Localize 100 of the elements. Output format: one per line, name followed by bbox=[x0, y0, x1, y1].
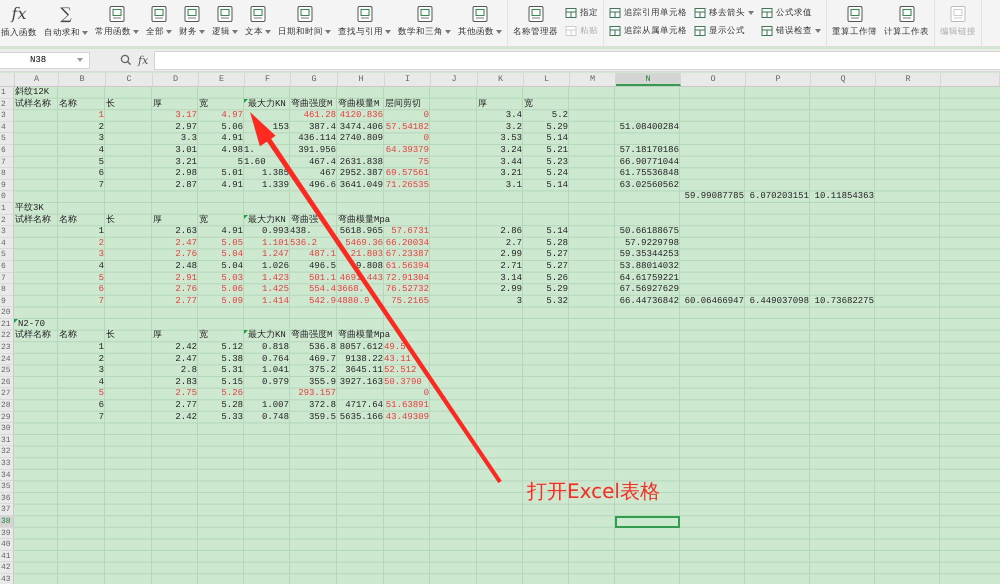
row-header[interactable]: 34 bbox=[0, 470, 14, 482]
ribbon-button[interactable]: 全部 bbox=[143, 2, 175, 42]
cell-label: 长 bbox=[106, 98, 115, 109]
cell-value: 2.91 bbox=[175, 272, 197, 282]
ribbon-button[interactable]: 财务 bbox=[176, 2, 208, 42]
row-header[interactable]: 31 bbox=[0, 434, 14, 446]
column-header[interactable]: E bbox=[199, 73, 245, 86]
row-header[interactable]: 21 bbox=[0, 318, 14, 330]
column-header[interactable]: G bbox=[291, 73, 338, 86]
row-header[interactable]: 42 bbox=[0, 562, 14, 574]
cell-value: 2.87 bbox=[175, 180, 197, 190]
function-icon[interactable]: fx bbox=[138, 54, 148, 66]
cell-value: 66.90771044 bbox=[620, 156, 679, 167]
column-header[interactable]: N bbox=[616, 73, 681, 86]
cell-value: 51.63891 bbox=[386, 400, 429, 410]
ribbon-button[interactable]: 文本 bbox=[242, 2, 274, 42]
ribbon-button[interactable]: 追踪引用单元格 bbox=[609, 6, 687, 20]
cell-label: 弯曲模量Mpa bbox=[338, 330, 390, 340]
cell-label: 宽 bbox=[199, 330, 208, 340]
row-header[interactable]: 2 bbox=[0, 98, 14, 110]
row-header[interactable]: 1 bbox=[0, 87, 14, 99]
row-header[interactable]: 6 bbox=[0, 144, 14, 157]
cell-value: 61.75536848 bbox=[620, 168, 679, 178]
row-header[interactable]: 8 bbox=[0, 168, 14, 180]
column-header[interactable]: P bbox=[746, 73, 811, 86]
ribbon-button[interactable]: 追踪从属单元格 bbox=[609, 24, 687, 38]
column-header[interactable]: L bbox=[524, 73, 570, 86]
document-icon bbox=[296, 5, 314, 23]
column-header[interactable]: R bbox=[876, 73, 941, 86]
row-header[interactable]: 40 bbox=[0, 539, 14, 551]
column-header[interactable]: B bbox=[59, 73, 106, 86]
zoom-icon[interactable] bbox=[120, 54, 132, 66]
ribbon-button[interactable]: 逻辑 bbox=[209, 2, 241, 42]
column-header[interactable]: Q bbox=[811, 73, 876, 86]
row-header[interactable]: 3 bbox=[0, 110, 14, 122]
row-header[interactable]: 5 bbox=[0, 133, 14, 145]
row-header[interactable]: 26 bbox=[0, 376, 14, 388]
ribbon-button[interactable]: 错误检查 bbox=[761, 24, 821, 38]
row-header[interactable]: 9 bbox=[0, 180, 14, 192]
row-header[interactable]: 41 bbox=[0, 550, 14, 562]
name-box[interactable]: N38 bbox=[0, 52, 90, 68]
row-header[interactable]: 4 bbox=[0, 238, 14, 250]
row-header[interactable]: 33 bbox=[0, 458, 14, 470]
row-header[interactable]: 1 bbox=[0, 202, 14, 215]
cell-value: 293.157 bbox=[298, 388, 336, 398]
row-header[interactable]: 4 bbox=[0, 122, 14, 134]
row-header[interactable]: 35 bbox=[0, 481, 14, 493]
cell-value: 5.28 bbox=[546, 238, 568, 248]
row-header[interactable]: 39 bbox=[0, 528, 14, 540]
ribbon-button[interactable]: fx 插入函数 bbox=[0, 2, 40, 42]
ribbon-button[interactable]: ∑ 自动求和 bbox=[41, 2, 91, 42]
ribbon-button[interactable]: 重算工作簿 bbox=[829, 2, 880, 42]
column-header[interactable]: D bbox=[153, 73, 199, 86]
ribbon-button[interactable]: 指定 bbox=[565, 6, 598, 20]
column-header[interactable]: J bbox=[431, 73, 478, 86]
row-header[interactable]: 22 bbox=[0, 330, 14, 342]
cell-value: 2631.838 bbox=[340, 156, 383, 167]
cell-value: 2.75 bbox=[175, 388, 197, 398]
row-header[interactable]: 30 bbox=[0, 423, 14, 435]
row-header[interactable]: 37 bbox=[0, 504, 14, 516]
row-header[interactable]: 43 bbox=[0, 574, 14, 584]
formula-input[interactable] bbox=[154, 50, 1000, 70]
ribbon-button[interactable]: 计算工作表 bbox=[881, 2, 932, 42]
ribbon-button[interactable]: 常用函数 bbox=[92, 2, 142, 42]
column-header[interactable]: O bbox=[681, 73, 746, 86]
selected-cell[interactable] bbox=[615, 516, 680, 528]
ribbon-button[interactable]: 日期和时间 bbox=[275, 2, 334, 42]
column-header[interactable]: C bbox=[106, 73, 153, 86]
row-header[interactable]: 23 bbox=[0, 342, 14, 354]
row-header[interactable]: 24 bbox=[0, 354, 14, 366]
row-header[interactable]: 5 bbox=[0, 249, 14, 261]
column-header[interactable]: K bbox=[478, 73, 524, 86]
ribbon-button[interactable]: 公式求值 bbox=[761, 6, 821, 20]
row-header[interactable]: 2 bbox=[0, 214, 14, 226]
row-header[interactable]: 7 bbox=[0, 272, 14, 284]
row-header[interactable]: 36 bbox=[0, 492, 14, 504]
row-header[interactable]: 27 bbox=[0, 388, 14, 400]
ribbon-button[interactable]: 数学和三角 bbox=[395, 2, 454, 42]
column-header[interactable]: F bbox=[245, 73, 291, 86]
row-header[interactable]: 25 bbox=[0, 365, 14, 377]
ribbon-button[interactable]: 其他函数 bbox=[455, 2, 505, 42]
row-header[interactable]: 9 bbox=[0, 296, 14, 308]
row-header[interactable]: 28 bbox=[0, 400, 14, 412]
row-header[interactable]: 20 bbox=[0, 307, 14, 319]
column-header[interactable]: A bbox=[15, 73, 59, 86]
column-header[interactable]: H bbox=[338, 73, 385, 86]
row-header[interactable]: 6 bbox=[0, 260, 14, 272]
ribbon-button[interactable]: 名称管理器 bbox=[510, 2, 561, 42]
ribbon-button[interactable]: 查找与引用 bbox=[335, 2, 394, 42]
row-header[interactable]: 0 bbox=[0, 191, 14, 203]
row-header[interactable]: 38 bbox=[0, 516, 14, 528]
row-header[interactable]: 8 bbox=[0, 284, 14, 296]
column-header[interactable]: I bbox=[385, 73, 431, 86]
ribbon-button[interactable]: 显示公式 bbox=[694, 24, 754, 38]
ribbon-button[interactable]: 移去箭头 bbox=[694, 6, 754, 20]
row-header[interactable]: 7 bbox=[0, 156, 14, 168]
row-header[interactable]: 3 bbox=[0, 226, 14, 238]
row-header[interactable]: 29 bbox=[0, 412, 14, 424]
row-header[interactable]: 32 bbox=[0, 446, 14, 458]
cell-label: 宽 bbox=[199, 98, 208, 109]
